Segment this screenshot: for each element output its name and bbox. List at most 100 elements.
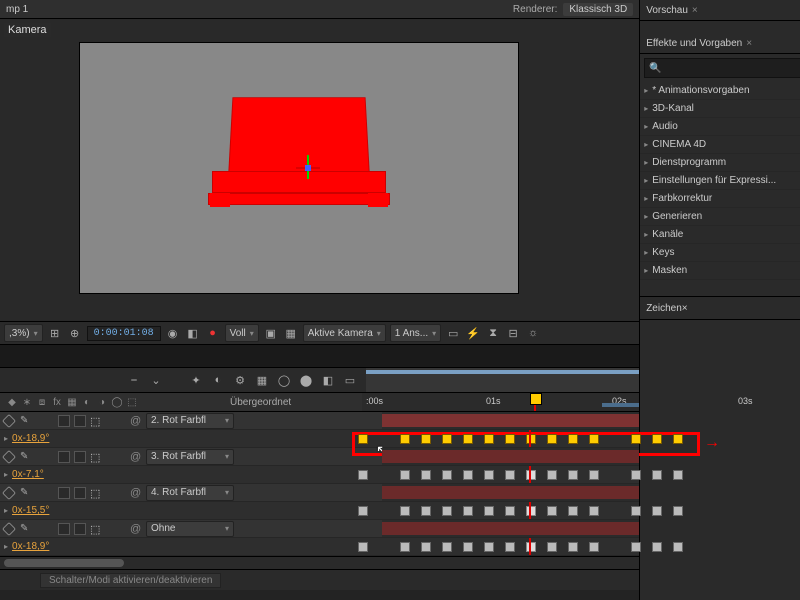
parent-dropdown[interactable]: 4. Rot Farbfl <box>146 485 234 501</box>
keyframe[interactable] <box>589 542 599 552</box>
keyframe[interactable] <box>568 506 578 516</box>
keyframe[interactable] <box>442 506 452 516</box>
keyframe[interactable] <box>484 542 494 552</box>
brain-icon[interactable]: ⚙ <box>232 372 248 388</box>
layer-track[interactable] <box>382 520 639 537</box>
fast-preview-icon[interactable]: ⚡ <box>465 325 481 341</box>
keyframe[interactable] <box>673 506 683 516</box>
keyframe[interactable] <box>358 542 368 552</box>
3d-layer-icon[interactable]: ⬚ <box>90 451 102 463</box>
keyframe[interactable] <box>505 470 515 480</box>
active-camera-dropdown[interactable]: Aktive Kamera <box>303 324 386 342</box>
property-value[interactable]: 0x-15,5° <box>12 505 49 516</box>
keyframe[interactable] <box>463 542 473 552</box>
parent-dropdown[interactable]: 2. Rot Farbfl <box>146 413 234 429</box>
preview-panel-tab[interactable]: Vorschau× <box>640 0 800 21</box>
keyframe[interactable] <box>358 506 368 516</box>
effects-category[interactable]: * Animationsvorgaben <box>640 82 800 100</box>
parent-dropdown[interactable]: 3. Rot Farbfl <box>146 449 234 465</box>
switch-box[interactable] <box>74 415 86 427</box>
collapse-icon[interactable]: ▭ <box>342 372 358 388</box>
resolution-dropdown[interactable]: Voll <box>225 324 259 342</box>
edit-icon[interactable]: ✎ <box>20 487 28 498</box>
keyframe[interactable] <box>673 434 683 444</box>
keyframe[interactable] <box>631 542 641 552</box>
keyframe[interactable] <box>547 542 557 552</box>
effects-category[interactable]: Kanäle <box>640 226 800 244</box>
keyframe-nav-icon[interactable] <box>2 485 16 499</box>
keyframe[interactable] <box>526 506 536 516</box>
time-ruler[interactable]: :00s 01s 02s 03s <box>362 393 639 411</box>
work-area[interactable] <box>602 403 639 407</box>
switch-box[interactable] <box>58 451 70 463</box>
layer-track[interactable] <box>382 448 639 465</box>
close-icon[interactable]: × <box>682 303 688 314</box>
effects-category[interactable]: Keys <box>640 244 800 262</box>
keyframe[interactable] <box>400 434 410 444</box>
switch-box[interactable] <box>58 523 70 535</box>
keyframe[interactable] <box>421 434 431 444</box>
keyframe[interactable] <box>568 434 578 444</box>
keyframe[interactable] <box>442 470 452 480</box>
views-dropdown[interactable]: 1 Ans... <box>390 324 441 342</box>
keyframe[interactable] <box>631 434 641 444</box>
playhead[interactable] <box>534 393 536 411</box>
render-icon[interactable]: ⬤ <box>298 372 314 388</box>
show-snapshot-icon[interactable]: ◧ <box>185 325 201 341</box>
3d-layer-icon[interactable]: ⬚ <box>90 415 102 427</box>
toggle-switches-button[interactable]: Schalter/Modi aktivieren/deaktivieren <box>40 573 221 588</box>
keyframe[interactable] <box>400 470 410 480</box>
reset-exposure-icon[interactable]: ☼ <box>525 325 541 341</box>
keyframe-nav-icon[interactable] <box>2 413 16 427</box>
transparency-icon[interactable]: ▦ <box>283 325 299 341</box>
keyframe[interactable] <box>442 542 452 552</box>
keyframe[interactable] <box>463 434 473 444</box>
switch-box[interactable] <box>74 451 86 463</box>
effects-search-input[interactable]: 🔍 <box>644 58 800 78</box>
switch-box[interactable] <box>74 523 86 535</box>
keyframe[interactable] <box>631 506 641 516</box>
keyframe[interactable] <box>568 470 578 480</box>
snapshot-icon[interactable]: ◉ <box>165 325 181 341</box>
render-settings-icon[interactable]: ◧ <box>320 372 336 388</box>
grid-icon[interactable]: ⊞ <box>47 325 63 341</box>
pixel-aspect-icon[interactable]: ▭ <box>445 325 461 341</box>
keyframe-track[interactable] <box>354 466 639 483</box>
composition-viewport[interactable] <box>80 43 518 293</box>
layer-track[interactable] <box>382 412 639 429</box>
motion-blur-icon[interactable]: ◐ <box>210 372 226 388</box>
twirl-icon[interactable]: ▸ <box>4 434 8 443</box>
keyframe[interactable] <box>400 506 410 516</box>
effects-category[interactable]: CINEMA 4D <box>640 136 800 154</box>
twirl-icon[interactable]: ▸ <box>4 506 8 515</box>
keyframe[interactable] <box>547 506 557 516</box>
effects-category[interactable]: Dienstprogramm <box>640 154 800 172</box>
adjustment-icon[interactable]: ◯ <box>276 372 292 388</box>
close-icon[interactable]: × <box>746 38 752 49</box>
shy-icon[interactable]: ⎯ <box>126 372 142 388</box>
effects-category[interactable]: Generieren <box>640 208 800 226</box>
keyframe[interactable] <box>421 542 431 552</box>
twirl-icon[interactable]: ▸ <box>4 470 8 479</box>
keyframe[interactable] <box>484 506 494 516</box>
keyframe[interactable] <box>631 470 641 480</box>
flowchart-icon[interactable]: ⊟ <box>505 325 521 341</box>
keyframe[interactable] <box>652 506 662 516</box>
keyframe[interactable] <box>526 542 536 552</box>
timeline-icon[interactable]: ⧗ <box>485 325 501 341</box>
keyframe[interactable] <box>589 470 599 480</box>
keyframe[interactable] <box>547 470 557 480</box>
edit-icon[interactable]: ✎ <box>20 415 28 426</box>
effects-category[interactable]: Farbkorrektur <box>640 190 800 208</box>
switch-box[interactable] <box>74 487 86 499</box>
keyframe[interactable] <box>358 434 368 444</box>
edit-icon[interactable]: ✎ <box>20 451 28 462</box>
parent-dropdown[interactable]: Ohne <box>146 521 234 537</box>
keyframe[interactable] <box>442 434 452 444</box>
3d-layer-icon[interactable]: ⬚ <box>90 487 102 499</box>
3d-layer-icon[interactable]: ⬚ <box>90 523 102 535</box>
effects-panel-tab[interactable]: Effekte und Vorgaben× <box>640 33 800 54</box>
graph-editor-icon[interactable]: ▦ <box>254 372 270 388</box>
keyframe[interactable] <box>673 470 683 480</box>
keyframe[interactable] <box>463 470 473 480</box>
